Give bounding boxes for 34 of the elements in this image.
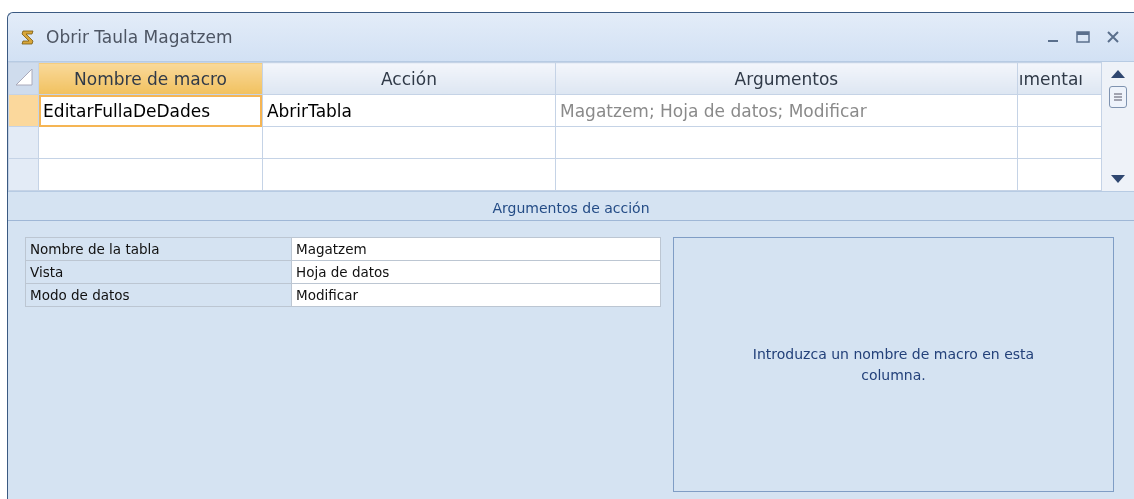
- row-selector[interactable]: [8, 158, 39, 191]
- close-icon[interactable]: [1106, 31, 1120, 43]
- grid-cell[interactable]: [38, 158, 263, 191]
- grid-cell[interactable]: [1017, 126, 1102, 159]
- column-header[interactable]: ımentaı: [1017, 62, 1102, 95]
- scroll-icon: [20, 29, 36, 45]
- argument-value[interactable]: Modificar: [291, 283, 661, 307]
- window-title: Obrir Taula Magatzem: [46, 27, 234, 47]
- section-title: Argumentos de acción: [8, 192, 1134, 221]
- grid-cell[interactable]: [262, 126, 556, 159]
- argument-label: Vista: [25, 260, 292, 284]
- column-header[interactable]: Nombre de macro: [38, 62, 263, 95]
- scroll-thumb[interactable]: [1109, 85, 1128, 108]
- grid-cell[interactable]: [38, 126, 263, 159]
- grid-cell[interactable]: EditarFullaDeDades: [38, 94, 263, 127]
- row-selector[interactable]: [8, 126, 39, 159]
- triangle-icon[interactable]: [13, 66, 34, 87]
- grid-cell[interactable]: AbrirTabla: [262, 94, 556, 127]
- maximize-icon[interactable]: [1076, 31, 1090, 43]
- argument-value[interactable]: Hoja de datos: [291, 260, 661, 284]
- select-all-corner[interactable]: [8, 62, 39, 95]
- help-text: Introduzca un nombre de macro en esta columna.: [751, 344, 1036, 385]
- grid-cell[interactable]: [555, 126, 1018, 159]
- column-header[interactable]: Acción: [262, 62, 556, 95]
- row-selector[interactable]: [8, 94, 39, 127]
- grid-cell[interactable]: [1017, 94, 1102, 127]
- argument-value[interactable]: Magatzem: [291, 237, 661, 261]
- grid-cell[interactable]: [262, 158, 556, 191]
- vertical-scrollbar[interactable]: [1102, 62, 1134, 191]
- column-header[interactable]: Argumentos: [555, 62, 1018, 95]
- grid-cell[interactable]: [1017, 158, 1102, 191]
- argument-label: Nombre de la tabla: [25, 237, 292, 261]
- grid-cell[interactable]: [555, 158, 1018, 191]
- argument-label: Modo de datos: [25, 283, 292, 307]
